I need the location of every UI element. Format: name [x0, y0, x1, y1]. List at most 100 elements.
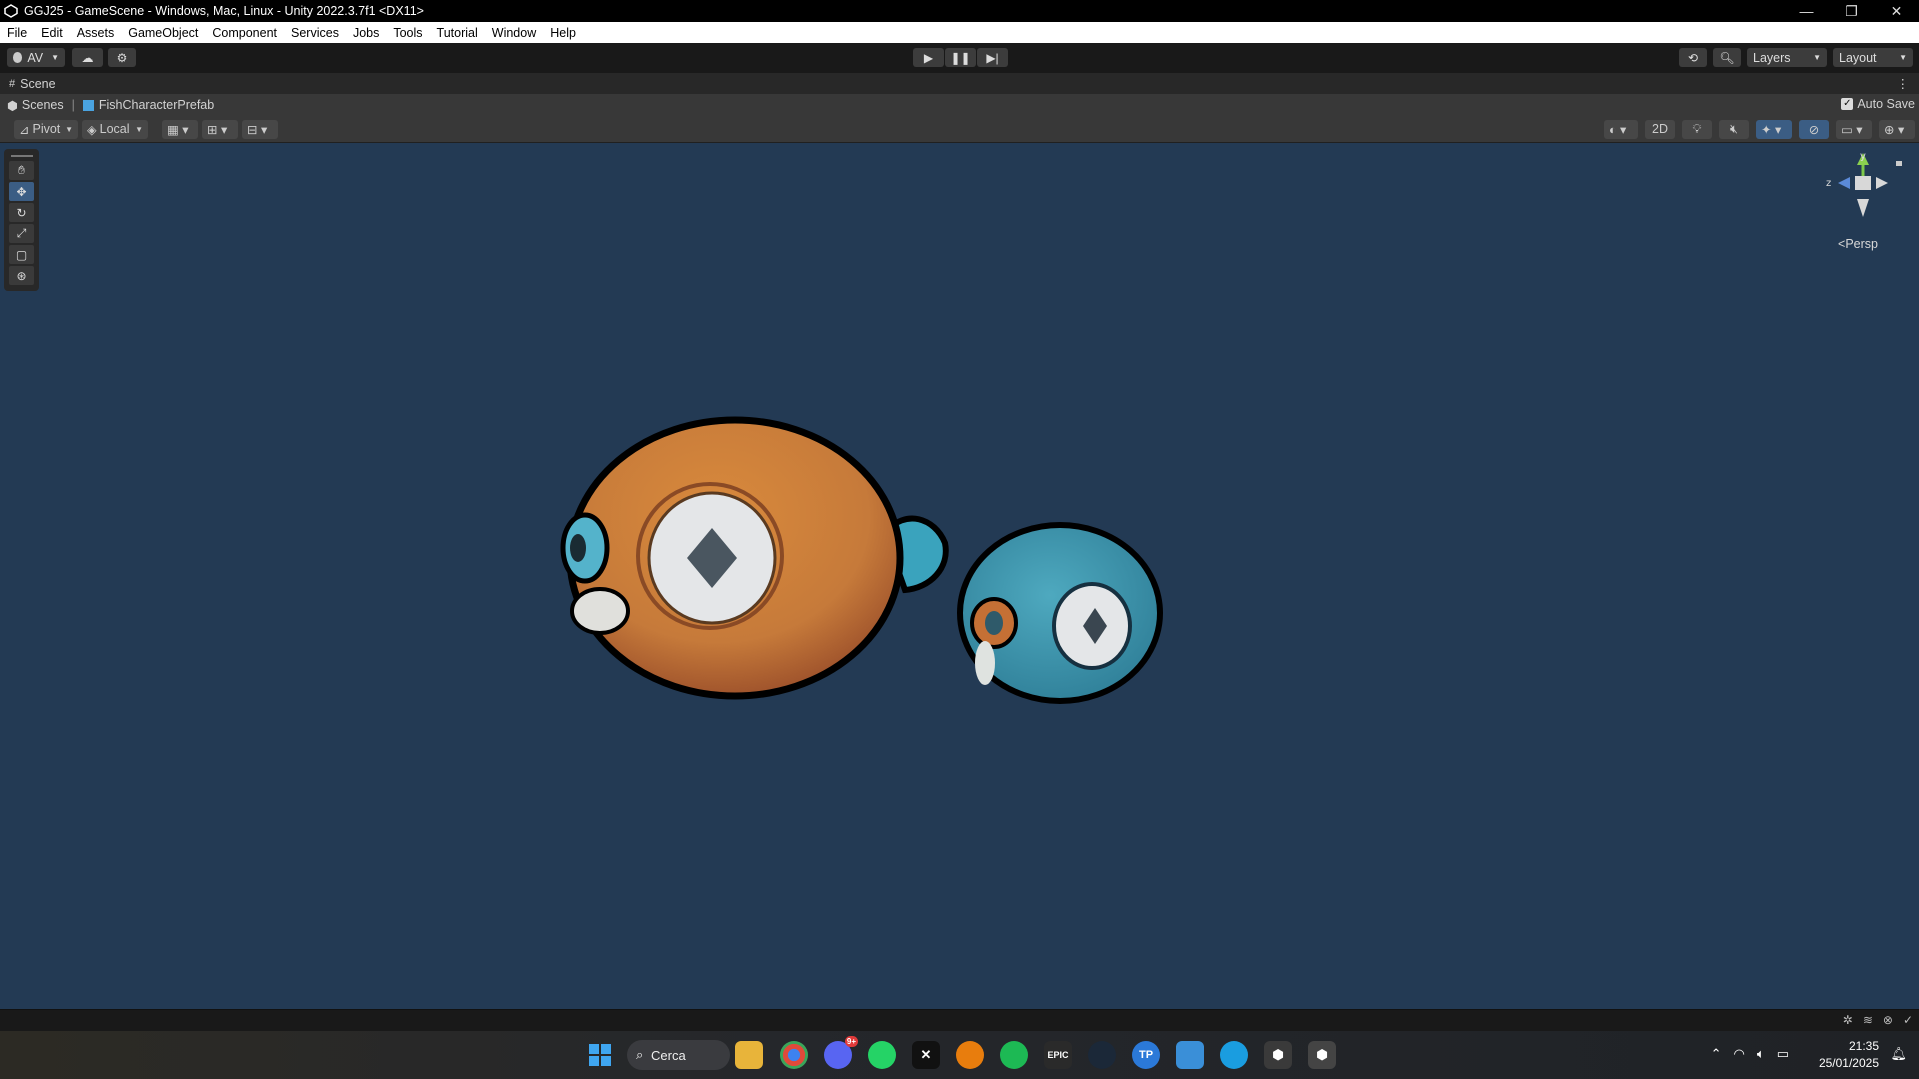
- notifications-icon[interactable]: 🔔︎: [1890, 1046, 1907, 1062]
- orange-fish[interactable]: [560, 416, 949, 700]
- blender-icon[interactable]: [956, 1041, 984, 1069]
- scene-tab-label: Scene: [20, 76, 56, 91]
- menu-assets[interactable]: Assets: [70, 26, 122, 40]
- scene-viewport[interactable]: ✋︎ ✥ ↻ ⤢ ▢ ⊛ y z <Persp: [0, 143, 1919, 1009]
- layers-dropdown[interactable]: Layers ▼: [1747, 48, 1827, 67]
- title-bar: GGJ25 - GameScene - Windows, Mac, Linux …: [0, 0, 1919, 22]
- close-icon[interactable]: ✕: [1874, 0, 1919, 22]
- palette-drag-handle[interactable]: [10, 155, 33, 157]
- step-button[interactable]: ▶|: [977, 48, 1008, 67]
- grid-visibility-button[interactable]: ▦ ▾: [162, 119, 198, 139]
- rotate-tool-button[interactable]: ↻: [9, 203, 34, 222]
- transform-tool-button[interactable]: ⊛: [9, 266, 34, 285]
- hidden-objects-toggle[interactable]: ⊘: [1799, 119, 1829, 139]
- breadcrumb-prefab[interactable]: FishCharacterPrefab: [99, 98, 214, 112]
- layers-label: Layers: [1753, 50, 1791, 65]
- teal-fish[interactable]: [957, 522, 1163, 704]
- menu-services[interactable]: Services: [284, 26, 346, 40]
- orientation-gizmo[interactable]: y z: [1818, 149, 1908, 239]
- cache-icon[interactable]: ⊗: [1883, 1013, 1893, 1027]
- chrome-icon[interactable]: [780, 1041, 808, 1069]
- menu-edit[interactable]: Edit: [34, 26, 70, 40]
- menu-component[interactable]: Component: [205, 26, 284, 40]
- spotify-icon[interactable]: [1000, 1041, 1028, 1069]
- more-options-icon[interactable]: ⋮: [1897, 76, 1910, 91]
- pause-button[interactable]: ❚❚: [945, 48, 976, 67]
- lighting-toggle[interactable]: 💡︎: [1682, 119, 1712, 139]
- menu-window[interactable]: Window: [485, 26, 543, 40]
- grid-icon: ▦ ▾: [167, 122, 189, 137]
- unity-hub-icon[interactable]: ⬢: [1264, 1041, 1292, 1069]
- check-circle-icon[interactable]: ✓: [1903, 1013, 1913, 1027]
- transform-icon: ⊛: [16, 268, 27, 283]
- breadcrumb-separator: |: [71, 98, 75, 112]
- fish-models[interactable]: [540, 368, 1180, 808]
- account-dropdown[interactable]: AV ▼: [7, 48, 65, 67]
- paint-icon[interactable]: [1176, 1041, 1204, 1069]
- chevron-up-icon[interactable]: ⌃: [1711, 1046, 1722, 1062]
- pivot-dropdown[interactable]: ⊿ Pivot ▼: [14, 119, 78, 139]
- search-button[interactable]: 🔍︎: [1713, 48, 1741, 67]
- projection-toggle[interactable]: <Persp: [1838, 237, 1878, 251]
- whatsapp-icon[interactable]: [868, 1041, 896, 1069]
- grid-snap-button[interactable]: ⊞ ▾: [202, 119, 238, 139]
- 2d-label: 2D: [1652, 122, 1668, 136]
- gizmos-button[interactable]: ⊕ ▾: [1879, 119, 1915, 139]
- texturepacker-icon[interactable]: TP: [1132, 1041, 1160, 1069]
- increment-snap-button[interactable]: ⊟ ▾: [242, 119, 278, 139]
- battery-icon[interactable]: ▭: [1777, 1046, 1789, 1062]
- minimize-icon[interactable]: —: [1784, 0, 1829, 22]
- layout-dropdown[interactable]: Layout ▼: [1833, 48, 1913, 67]
- gizmo-center-cube[interactable]: [1855, 176, 1871, 190]
- menu-help[interactable]: Help: [543, 26, 583, 40]
- account-label: AV: [27, 50, 44, 65]
- start-button[interactable]: [586, 1041, 614, 1069]
- audio-toggle[interactable]: 🔇︎: [1719, 119, 1749, 139]
- cloud-button[interactable]: ☁: [72, 48, 103, 67]
- scale-tool-button[interactable]: ⤢: [9, 224, 34, 243]
- play-button[interactable]: ▶: [913, 48, 944, 67]
- speaker-muted-icon[interactable]: 🔈︎: [1757, 1046, 1765, 1062]
- scene-tab[interactable]: # Scene ⋮: [0, 73, 1919, 94]
- unity-editor-icon[interactable]: ⬢: [1308, 1041, 1336, 1069]
- neg-y-axis-cone[interactable]: [1857, 199, 1869, 217]
- prefab-icon: [82, 99, 94, 111]
- collab-button[interactable]: ⚙: [108, 48, 136, 67]
- app-icon[interactable]: [1220, 1041, 1248, 1069]
- history-button[interactable]: ⟲: [1679, 48, 1707, 67]
- 2d-toggle[interactable]: 2D: [1645, 119, 1675, 139]
- file-explorer-icon[interactable]: [735, 1041, 763, 1069]
- chevron-down-icon: ▼: [1813, 53, 1821, 62]
- z-axis-cone[interactable]: [1838, 177, 1850, 189]
- unity-logo-icon: [4, 4, 18, 18]
- menu-bar: File Edit Assets GameObject Component Se…: [0, 22, 1919, 43]
- draw-mode-button[interactable]: ◐ ▾: [1604, 119, 1638, 139]
- menu-gameobject[interactable]: GameObject: [121, 26, 205, 40]
- autosave-toggle[interactable]: ✓ Auto Save: [1841, 97, 1915, 111]
- menu-file[interactable]: File: [0, 26, 34, 40]
- move-tool-button[interactable]: ✥: [9, 182, 34, 201]
- rect-tool-button[interactable]: ▢: [9, 245, 34, 264]
- network-icon[interactable]: ≋: [1863, 1013, 1873, 1027]
- discord-icon[interactable]: 9+: [824, 1036, 858, 1069]
- clock[interactable]: 21:35 25/01/2025: [1819, 1038, 1879, 1072]
- hand-tool-button[interactable]: ✋︎: [9, 161, 34, 180]
- menu-jobs[interactable]: Jobs: [346, 26, 386, 40]
- status-icons: ✲ ≋ ⊗ ✓: [1843, 1013, 1913, 1027]
- capcut-icon[interactable]: ✕: [912, 1041, 940, 1069]
- steam-icon[interactable]: [1088, 1041, 1116, 1069]
- camera-settings-button[interactable]: ▭ ▾: [1836, 119, 1872, 139]
- bug-icon[interactable]: ✲: [1843, 1013, 1853, 1027]
- local-dropdown[interactable]: ◈ Local ▼: [82, 119, 148, 139]
- taskbar-search[interactable]: ⌕ Cerca: [627, 1040, 730, 1070]
- lock-icon[interactable]: [1896, 161, 1902, 166]
- neg-z-axis-cone[interactable]: [1876, 177, 1888, 189]
- playmode-controls: ▶ ❚❚ ▶|: [913, 48, 1008, 67]
- epic-games-icon[interactable]: EPIC: [1044, 1041, 1072, 1069]
- breadcrumb-scenes[interactable]: Scenes: [22, 98, 64, 112]
- menu-tools[interactable]: Tools: [386, 26, 429, 40]
- menu-tutorial[interactable]: Tutorial: [430, 26, 485, 40]
- effects-toggle[interactable]: ✦ ▾: [1756, 119, 1792, 139]
- wifi-icon[interactable]: ◠: [1734, 1046, 1745, 1062]
- restore-icon[interactable]: ❐: [1829, 0, 1874, 22]
